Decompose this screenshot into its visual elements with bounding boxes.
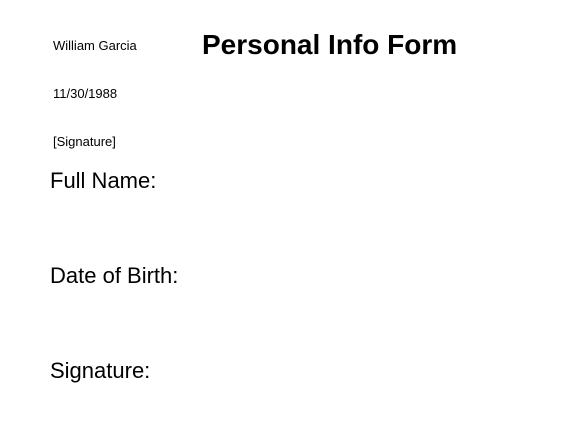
date-of-birth-label: Date of Birth: bbox=[50, 263, 179, 288]
form-title: Personal Info Form bbox=[202, 29, 458, 60]
form-page: William Garcia Personal Info Form 11/30/… bbox=[0, 0, 577, 443]
signature-value: [Signature] bbox=[53, 134, 116, 149]
full-name-label: Full Name: bbox=[50, 168, 157, 193]
date-of-birth-value: 11/30/1988 bbox=[53, 86, 118, 101]
signature-label: Signature: bbox=[50, 358, 151, 383]
full-name-value: William Garcia bbox=[53, 38, 137, 53]
